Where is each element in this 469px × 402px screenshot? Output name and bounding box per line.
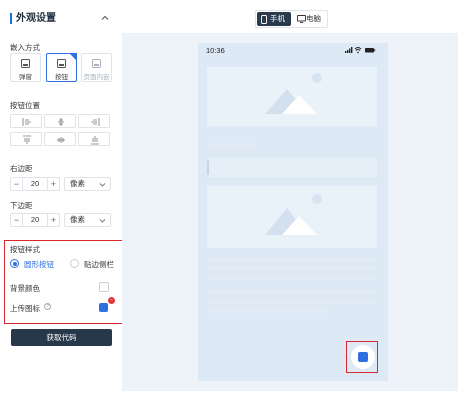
radio-round-button[interactable]	[10, 259, 19, 268]
embed-option-page[interactable]: 页面内嵌	[81, 53, 112, 82]
embed-option-label: 弹窗	[19, 74, 32, 81]
bottom-margin-stepper[interactable]: − 20 +	[10, 213, 60, 227]
position-bottom-center[interactable]	[44, 132, 76, 146]
decrement-button[interactable]: −	[11, 214, 23, 226]
bottom-margin-value[interactable]: 20	[23, 214, 47, 226]
skeleton-line	[207, 290, 377, 295]
panel-title: 外观设置	[16, 13, 56, 24]
bottom-margin-unit-select[interactable]: 像素	[64, 213, 111, 227]
bg-color-label: 背景颜色	[10, 284, 40, 293]
skeleton-line	[207, 257, 377, 262]
floating-button-icon	[358, 352, 368, 362]
position-bottom-left[interactable]	[10, 132, 42, 146]
device-toggle: 手机 电脑	[255, 10, 328, 28]
uploaded-icon-preview[interactable]	[99, 303, 108, 312]
panel-header[interactable]: 外观设置	[10, 12, 112, 26]
position-top-left[interactable]	[10, 114, 42, 128]
status-bar-icons	[345, 47, 376, 54]
skeleton-line	[207, 275, 377, 280]
radio-side-bar[interactable]	[70, 259, 79, 268]
position-top-center[interactable]	[44, 114, 76, 128]
embed-mode-label: 嵌入方式	[10, 43, 40, 52]
title-accent-bar	[10, 13, 12, 24]
placeholder-image-card	[207, 67, 377, 126]
tab-desktop[interactable]: 电脑	[293, 12, 326, 26]
skeleton-line	[207, 143, 257, 148]
image-placeholder-icon	[265, 73, 322, 114]
bottom-margin-label: 下边距	[10, 201, 33, 210]
text-cursor	[207, 160, 209, 175]
increment-button[interactable]: +	[47, 214, 59, 226]
popup-icon	[21, 59, 30, 68]
radio-round-label[interactable]: 圆形按钮	[24, 259, 54, 270]
embed-option-label: 页面内嵌	[83, 74, 110, 81]
button-icon	[57, 59, 66, 68]
decrement-button[interactable]: −	[11, 178, 23, 190]
button-style-label: 按钮样式	[10, 245, 40, 254]
skeleton-line	[207, 308, 327, 313]
align-top-center-icon	[58, 118, 64, 126]
embed-option-button[interactable]: 按钮	[46, 53, 77, 82]
unit-value: 像素	[70, 215, 85, 224]
phone-icon	[261, 15, 267, 24]
embed-option-label: 按钮	[55, 74, 68, 81]
button-position-label: 按钮位置	[10, 101, 40, 110]
right-margin-unit-select[interactable]: 像素	[64, 177, 111, 191]
selected-corner-check	[69, 53, 77, 61]
increment-button[interactable]: +	[47, 178, 59, 190]
align-top-left-icon	[22, 118, 31, 126]
image-placeholder-icon	[265, 194, 322, 235]
tab-mobile-label: 手机	[270, 14, 285, 23]
position-bottom-right[interactable]	[78, 132, 110, 146]
align-bottom-center-icon	[57, 137, 65, 143]
chevron-down-icon	[99, 219, 106, 223]
align-bottom-right-icon	[91, 136, 99, 145]
tab-desktop-label: 电脑	[306, 14, 321, 23]
unit-value: 像素	[70, 179, 85, 188]
bg-color-swatch[interactable]	[99, 282, 109, 292]
align-top-right-icon	[91, 118, 100, 126]
right-margin-value[interactable]: 20	[23, 178, 47, 190]
status-time: 10:36	[206, 46, 225, 55]
right-margin-stepper[interactable]: − 20 +	[10, 177, 60, 191]
get-code-button[interactable]: 获取代码	[11, 329, 112, 346]
skeleton-block	[207, 158, 377, 177]
skeleton-line	[207, 266, 377, 271]
upload-icon-label: 上传图标	[10, 304, 40, 313]
chevron-up-icon[interactable]	[100, 13, 110, 23]
position-top-right[interactable]	[78, 114, 110, 128]
radio-side-label[interactable]: 贴边侧栏	[84, 259, 114, 270]
help-icon[interactable]: ?	[44, 303, 51, 310]
monitor-icon	[297, 15, 306, 23]
tab-mobile[interactable]: 手机	[257, 12, 291, 26]
remove-icon-badge[interactable]: −	[108, 297, 115, 304]
embed-page-icon	[92, 59, 101, 68]
chevron-down-icon	[99, 183, 106, 187]
placeholder-image-card	[207, 186, 377, 248]
align-bottom-left-icon	[23, 135, 31, 144]
embed-option-popup[interactable]: 弹窗	[10, 53, 41, 82]
skeleton-line	[207, 299, 377, 304]
right-margin-label: 右边距	[10, 164, 33, 173]
